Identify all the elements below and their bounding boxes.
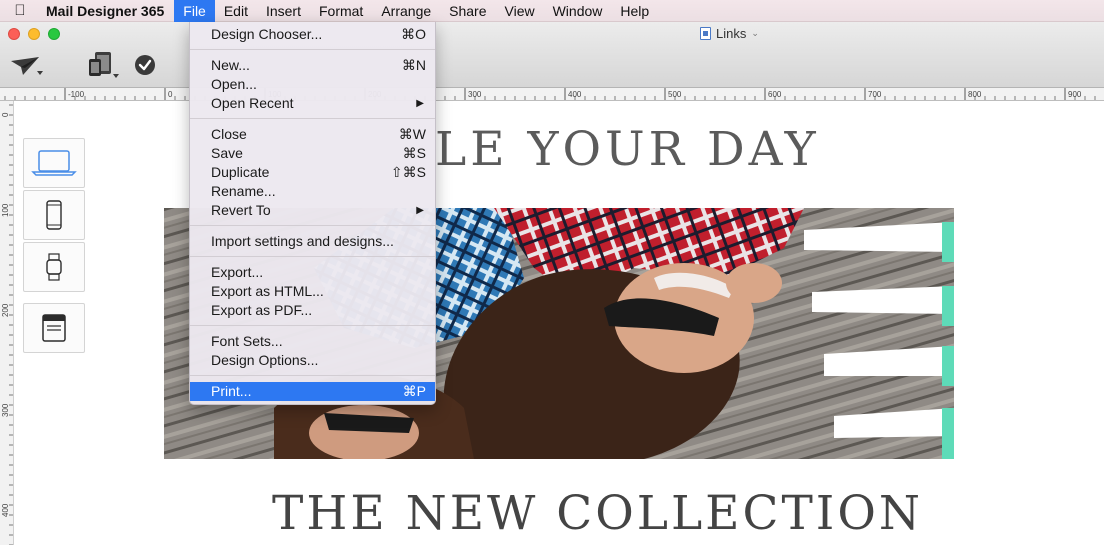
send-paperplane-icon[interactable] bbox=[8, 54, 44, 78]
menu-item-label: Design Options... bbox=[211, 352, 319, 368]
browser-preview-button[interactable] bbox=[23, 303, 85, 353]
menu-item-duplicate[interactable]: Duplicate ⇧⌘S bbox=[190, 163, 435, 182]
menu-item-font-sets[interactable]: Font Sets... bbox=[190, 332, 435, 351]
check-icon[interactable] bbox=[132, 52, 158, 78]
menu-edit[interactable]: Edit bbox=[215, 0, 257, 22]
watch-icon bbox=[46, 253, 62, 281]
menu-item-label: Close bbox=[211, 126, 247, 142]
shortcut-label: ⌘P bbox=[402, 383, 426, 399]
ruler-label: 0 bbox=[168, 90, 173, 99]
document-title[interactable]: Links ⌄ bbox=[700, 26, 759, 41]
menu-item-open-recent[interactable]: Open Recent ▶ bbox=[190, 94, 435, 113]
phone-icon bbox=[46, 200, 62, 230]
menu-item-design-chooser[interactable]: Design Chooser... ⌘O bbox=[190, 25, 435, 44]
minimize-window-button[interactable] bbox=[28, 28, 40, 40]
ruler-label: 0 bbox=[1, 112, 10, 117]
menu-item-open[interactable]: Open... bbox=[190, 75, 435, 94]
ruler-label: -100 bbox=[68, 90, 85, 99]
phone-preview-button[interactable] bbox=[23, 190, 85, 240]
menu-item-export-pdf[interactable]: Export as PDF... bbox=[190, 301, 435, 320]
menu-share[interactable]: Share bbox=[440, 0, 495, 22]
ruler-label: 400 bbox=[568, 90, 582, 99]
submenu-arrow-icon: ▶ bbox=[416, 98, 424, 109]
vertical-ruler[interactable]: 0 100 200 300 400 bbox=[0, 101, 14, 545]
menu-separator bbox=[190, 256, 435, 257]
email-headline[interactable]: LE YOUR DAY bbox=[435, 122, 820, 177]
menu-format[interactable]: Format bbox=[310, 0, 372, 22]
menu-arrange[interactable]: Arrange bbox=[372, 0, 440, 22]
menu-item-label: Print... bbox=[211, 383, 252, 399]
ruler-label: 900 bbox=[1068, 90, 1082, 99]
menu-insert[interactable]: Insert bbox=[257, 0, 310, 22]
menu-item-new[interactable]: New... ⌘N bbox=[190, 56, 435, 75]
menu-item-save[interactable]: Save ⌘S bbox=[190, 144, 435, 163]
ruler-label: 400 bbox=[1, 503, 10, 517]
menu-item-export-html[interactable]: Export as HTML... bbox=[190, 282, 435, 301]
menu-item-label: Duplicate bbox=[211, 164, 270, 180]
menu-view[interactable]: View bbox=[496, 0, 544, 22]
laptop-icon bbox=[31, 150, 77, 176]
browser-window-icon bbox=[42, 314, 66, 342]
menu-item-rename[interactable]: Rename... bbox=[190, 182, 435, 201]
menu-item-print[interactable]: Print... ⌘P bbox=[190, 382, 435, 401]
ruler-label: 700 bbox=[868, 90, 882, 99]
menu-item-label: Import settings and designs... bbox=[211, 233, 394, 249]
ruler-label: 500 bbox=[668, 90, 682, 99]
menu-item-design-options[interactable]: Design Options... bbox=[190, 351, 435, 370]
menu-item-label: Font Sets... bbox=[211, 333, 283, 349]
device-preview-icon[interactable] bbox=[86, 50, 122, 80]
menu-item-label: Export as HTML... bbox=[211, 283, 324, 299]
app-menu[interactable]: Mail Designer 365 bbox=[40, 0, 174, 22]
laptop-preview-button[interactable] bbox=[23, 138, 85, 188]
menu-item-close[interactable]: Close ⌘W bbox=[190, 125, 435, 144]
zoom-window-button[interactable] bbox=[48, 28, 60, 40]
menu-item-label: Open... bbox=[211, 76, 257, 92]
menubar:  Mail Designer 365 File Edit Insert For… bbox=[0, 0, 1104, 22]
menu-item-label: Open Recent bbox=[211, 95, 294, 111]
ruler-label: 800 bbox=[968, 90, 982, 99]
menu-separator bbox=[190, 118, 435, 119]
shortcut-label: ⌘S bbox=[402, 145, 426, 161]
file-menu-dropdown: Design Chooser... ⌘O New... ⌘N Open... O… bbox=[189, 22, 436, 405]
menu-item-label: Export as PDF... bbox=[211, 302, 313, 318]
menu-item-label: Revert To bbox=[211, 202, 271, 218]
window-titlebar: Links ⌄ bbox=[0, 22, 1104, 88]
menu-separator bbox=[190, 325, 435, 326]
ruler-label: 600 bbox=[768, 90, 782, 99]
shortcut-label: ⌘W bbox=[398, 126, 426, 142]
menu-help[interactable]: Help bbox=[611, 0, 658, 22]
menu-separator bbox=[190, 375, 435, 376]
menu-item-import-settings[interactable]: Import settings and designs... bbox=[190, 232, 435, 251]
menu-window[interactable]: Window bbox=[544, 0, 612, 22]
menu-file[interactable]: File bbox=[174, 0, 215, 22]
ruler-label: 200 bbox=[1, 303, 10, 317]
menu-item-export[interactable]: Export... bbox=[190, 263, 435, 282]
chevron-down-icon: ⌄ bbox=[751, 28, 759, 38]
ruler-label: 100 bbox=[1, 203, 10, 217]
menu-item-revert-to[interactable]: Revert To ▶ bbox=[190, 201, 435, 220]
document-title-label: Links bbox=[716, 26, 747, 41]
document-icon bbox=[700, 27, 711, 40]
watch-preview-button[interactable] bbox=[23, 242, 85, 292]
menu-item-label: Export... bbox=[211, 264, 264, 280]
email-headline-collection[interactable]: THE NEW COLLECTION bbox=[272, 486, 923, 541]
shortcut-label: ⇧⌘S bbox=[390, 164, 426, 180]
menu-separator bbox=[190, 225, 435, 226]
menu-separator bbox=[190, 49, 435, 50]
shortcut-label: ⌘O bbox=[401, 26, 426, 42]
ruler-label: 300 bbox=[468, 90, 482, 99]
menu-item-label: Save bbox=[211, 145, 243, 161]
shortcut-label: ⌘N bbox=[401, 57, 426, 73]
horizontal-ruler[interactable]: -1000100200300400500600700800900 bbox=[0, 88, 1104, 101]
menu-item-label: Rename... bbox=[211, 183, 276, 199]
close-window-button[interactable] bbox=[8, 28, 20, 40]
menu-item-label: Design Chooser... bbox=[211, 26, 323, 42]
ruler-label: 300 bbox=[1, 403, 10, 417]
submenu-arrow-icon: ▶ bbox=[416, 205, 424, 216]
menu-item-label: New... bbox=[211, 57, 250, 73]
apple-icon[interactable]:  bbox=[0, 2, 40, 19]
